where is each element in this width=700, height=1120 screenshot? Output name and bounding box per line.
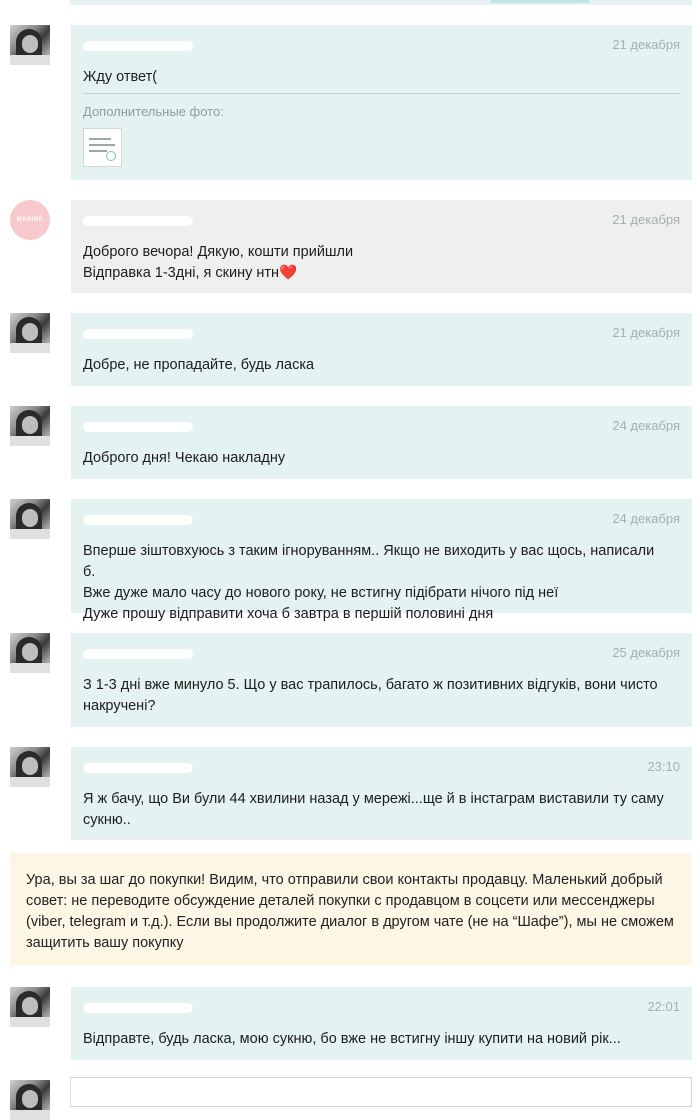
sender-name-redacted [83, 37, 193, 51]
notice-line: Ура, вы за шаг до покупки! Видим, что от… [26, 872, 663, 888]
message-line: Відправка 1-3дні, я скину нтн❤️ [83, 265, 298, 281]
message-line: Жду ответ( [83, 69, 158, 85]
message-text: З 1-3 дні вже минуло 5. Що у вас трапило… [83, 675, 668, 717]
sender-name-redacted [83, 999, 193, 1013]
message-bubble: 24 декабря Доброго дня! Чекаю накладну [71, 406, 692, 479]
message-bubble: 23:10 Я ж бачу, що Ви були 44 хвилини на… [71, 747, 692, 840]
previous-message-edge [70, 0, 692, 5]
message-date: 24 декабря [612, 418, 680, 433]
avatar[interactable] [10, 313, 50, 353]
message-bubble: 21 декабря Жду ответ( Дополнительные фот… [71, 25, 692, 180]
seller-avatar[interactable]: MARINE [10, 200, 50, 240]
message-line: Дуже прошу відправити хоча б завтра в пе… [83, 606, 494, 622]
message-date: 24 декабря [612, 511, 680, 526]
message-date: 25 декабря [612, 645, 680, 660]
message-line: Добре, не пропадайте, будь ласка [83, 357, 315, 373]
message-date: 21 декабря [612, 325, 680, 340]
message-text: Жду ответ( [83, 67, 668, 88]
message-line: Відправте, будь ласка, мою сукню, бо вже… [83, 1031, 621, 1047]
message-line: Вперше зіштовхуюсь з таким ігноруванням.… [83, 543, 655, 580]
message-date: 21 декабря [612, 37, 680, 52]
message-bubble: 21 декабря Добре, не пропадайте, будь ла… [71, 313, 692, 386]
avatar[interactable] [10, 499, 50, 539]
notice-line: (viber, telegram и т.д.). Если вы продол… [26, 914, 674, 930]
message-text: Я ж бачу, що Ви були 44 хвилини назад у … [83, 789, 668, 831]
notice-line: защитить вашу покупку [26, 935, 184, 951]
message-bubble: 21 декабря Доброго вечора! Дякую, кошти … [71, 200, 692, 293]
message-bubble: 22:01 Відправте, будь ласка, мою сукню, … [71, 987, 692, 1060]
sender-name-redacted [83, 212, 193, 226]
message-line: Доброго дня! Чекаю накладну [83, 450, 286, 466]
message-date: 21 декабря [612, 212, 680, 227]
avatar[interactable] [10, 1080, 50, 1120]
avatar[interactable] [10, 406, 50, 446]
message-line: Доброго вечора! Дякую, кошти прийшли [83, 244, 354, 260]
message-text: Відправте, будь ласка, мою сукню, бо вже… [83, 1029, 668, 1050]
message-input-box[interactable] [70, 1077, 692, 1107]
sender-name-redacted [83, 645, 193, 659]
message-time: 22:01 [647, 999, 680, 1014]
avatar[interactable] [10, 747, 50, 787]
divider [83, 93, 680, 94]
additional-photos-label: Дополнительные фото: [83, 104, 224, 119]
seller-avatar-text: MARINE [16, 217, 44, 223]
message-text: Добре, не пропадайте, будь ласка [83, 355, 668, 376]
avatar[interactable] [10, 633, 50, 673]
message-line: Вже дуже мало часу до нового року, не вс… [83, 585, 559, 601]
sender-name-redacted [83, 511, 193, 525]
sender-name-redacted [83, 325, 193, 339]
message-text: Доброго вечора! Дякую, кошти прийшли Від… [83, 242, 668, 284]
avatar[interactable] [10, 987, 50, 1027]
avatar[interactable] [10, 25, 50, 65]
photo-thumbnail[interactable] [83, 128, 122, 167]
message-text: Доброго дня! Чекаю накладну [83, 448, 668, 469]
message-line: накручені? [83, 698, 156, 714]
sender-name-redacted [83, 418, 193, 432]
sender-name-redacted [83, 759, 193, 773]
message-bubble: 24 декабря Вперше зіштовхуюсь з таким іг… [71, 499, 692, 622]
message-line: сукню.. [83, 812, 131, 828]
message-line: З 1-3 дні вже минуло 5. Що у вас трапило… [83, 677, 658, 693]
notice-line: совет: не переводите обсуждение деталей … [26, 893, 655, 909]
safety-notice: Ура, вы за шаг до покупки! Видим, что от… [10, 853, 692, 965]
message-bubble: 25 декабря З 1-3 дні вже минуло 5. Що у … [71, 633, 692, 727]
message-line: Я ж бачу, що Ви були 44 хвилини назад у … [83, 791, 664, 807]
message-time: 23:10 [647, 759, 680, 774]
message-text: Вперше зіштовхуюсь з таким ігноруванням.… [83, 541, 668, 625]
